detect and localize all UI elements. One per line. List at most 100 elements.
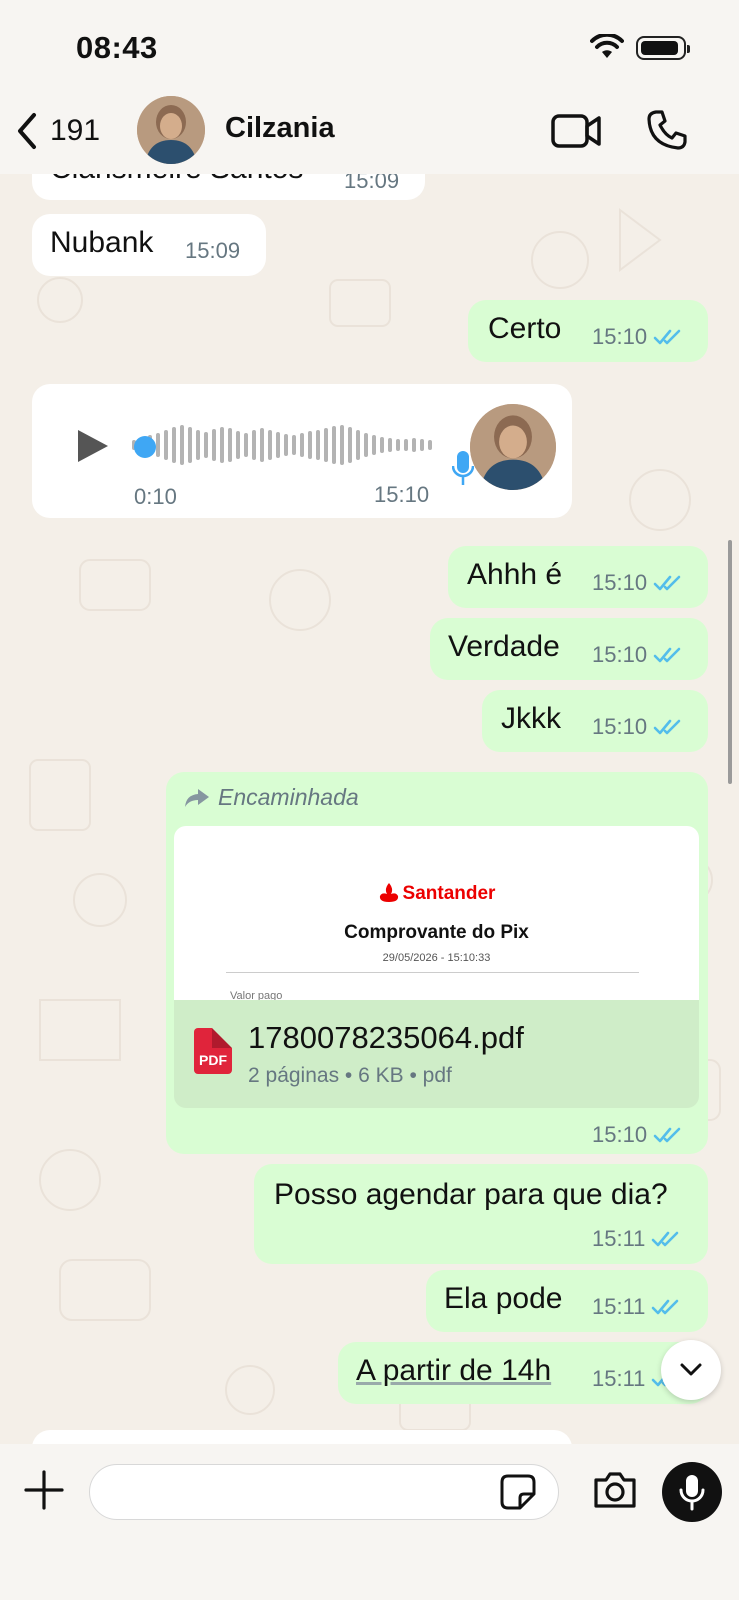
message-time: 15:09 [344, 174, 400, 193]
voice-progress-handle[interactable] [134, 436, 156, 458]
message-text: Verdade [448, 630, 560, 663]
pdf-icon: PDF [194, 1028, 232, 1074]
message-outgoing[interactable]: Verdade 15:10 [430, 618, 708, 680]
message-time: 15:10 [374, 482, 430, 507]
waveform-bar [164, 430, 168, 460]
message-outgoing[interactable]: Posso agendar para que dia? 15:11 [254, 1164, 708, 1264]
message-time: 15:11 [592, 1226, 646, 1251]
record-voice-button[interactable] [662, 1462, 722, 1522]
waveform-bar [332, 426, 336, 464]
waveform-bar [380, 437, 384, 453]
message-meta: 15:09 [344, 174, 399, 194]
waveform-bar [260, 428, 264, 462]
back-button[interactable]: 191 [14, 111, 100, 151]
phone-icon[interactable] [646, 109, 688, 151]
message-input[interactable] [110, 1465, 494, 1519]
message-outgoing[interactable]: Certo 15:10 [468, 300, 708, 362]
message-text: Clarismeire Santos [50, 174, 303, 186]
waveform-bar [284, 434, 288, 456]
message-incoming-partial[interactable] [32, 1430, 572, 1444]
message-meta: 15:10 [592, 570, 685, 596]
message-meta: 15:10 [592, 642, 685, 668]
document-message[interactable]: Encaminhada Santander Comprovante do Pix… [166, 772, 708, 1154]
santander-flame-icon [379, 883, 398, 902]
video-call-icon[interactable] [551, 112, 603, 150]
message-time: 15:11 [592, 1366, 646, 1391]
waveform-bar [348, 427, 352, 463]
message-outgoing[interactable]: Jkkk 15:10 [482, 690, 708, 752]
composer-bar [0, 1444, 739, 1600]
message-meta: 15:11 [592, 1226, 683, 1252]
message-time: 15:10 [592, 570, 648, 595]
chat-screen: 08:43 191 Cilzania 15:09 Nubank 15:09 Ce… [0, 0, 739, 1600]
message-input-field[interactable] [89, 1464, 559, 1520]
camera-icon[interactable] [592, 1470, 638, 1510]
message-text: Nubank [50, 226, 154, 259]
plus-icon[interactable] [24, 1470, 64, 1510]
read-ticks-icon [652, 1299, 679, 1315]
avatar-photo [470, 404, 556, 490]
wifi-icon [590, 34, 624, 58]
chevron-down-icon [680, 1363, 702, 1376]
message-text: Ela pode [444, 1282, 563, 1315]
message-incoming[interactable]: Clarismeire Santos 15:09 [32, 174, 425, 200]
waveform-bar [292, 435, 296, 455]
status-bar: 08:43 [0, 0, 739, 96]
message-meta: 15:10 [592, 1122, 685, 1148]
play-icon[interactable] [76, 428, 110, 464]
unread-count: 191 [50, 114, 101, 147]
forwarded-text: Encaminhada [218, 784, 359, 810]
read-ticks-icon [653, 647, 681, 663]
file-meta: 2 páginas • 6 KB • pdf [248, 1064, 452, 1087]
contact-name[interactable]: Cilzania [225, 112, 335, 145]
waveform-bar [372, 435, 376, 455]
sticker-icon[interactable] [500, 1474, 536, 1510]
scroll-to-bottom-button[interactable] [661, 1340, 721, 1400]
waveform-bar [212, 429, 216, 461]
waveform-bar [172, 427, 176, 463]
status-time: 08:43 [76, 30, 158, 65]
read-ticks-icon [652, 1231, 679, 1247]
waveform-bar [156, 433, 160, 457]
voice-waveform[interactable] [132, 424, 432, 466]
read-ticks-icon [653, 575, 681, 591]
preview-title: Comprovante do Pix [344, 922, 529, 943]
message-outgoing[interactable]: A partir de 14h 15:11 [338, 1342, 708, 1404]
message-outgoing[interactable]: Ela pode 15:11 [426, 1270, 708, 1332]
santander-logo: Santander [174, 882, 699, 905]
message-meta: 15:11 [592, 1294, 683, 1320]
waveform-bar [420, 439, 424, 451]
waveform-bar [220, 427, 224, 463]
waveform-bar [388, 438, 392, 452]
waveform-bar [316, 430, 320, 460]
scrollbar[interactable] [728, 540, 732, 784]
message-meta: 15:10 [592, 714, 685, 740]
message-time: 15:11 [592, 1294, 646, 1319]
forward-icon [185, 788, 209, 807]
waveform-bar [268, 430, 272, 460]
waveform-bar [356, 430, 360, 460]
message-list[interactable]: Clarismeire Santos 15:09 Nubank 15:09 Ce… [0, 174, 739, 1444]
waveform-bar [188, 427, 192, 463]
contact-avatar[interactable] [137, 96, 205, 164]
message-time: 15:10 [592, 324, 648, 349]
waveform-bar [300, 433, 304, 457]
message-text-link[interactable]: A partir de 14h [356, 1354, 551, 1388]
waveform-bar [324, 428, 328, 462]
document-file-row[interactable]: PDF 1780078235064.pdf 2 páginas • 6 KB •… [174, 1000, 699, 1108]
document-preview[interactable]: Santander Comprovante do Pix 29/05/2026 … [174, 826, 699, 1000]
message-outgoing[interactable]: Ahhh é 15:10 [448, 546, 708, 608]
message-meta: 15:09 [185, 238, 240, 264]
voice-message[interactable]: 0:10 15:10 [32, 384, 572, 518]
mic-icon [679, 1475, 705, 1511]
waveform-bar [340, 425, 344, 465]
brand-name: Santander [402, 883, 496, 904]
waveform-bar [244, 433, 248, 457]
waveform-bar [428, 440, 432, 450]
message-incoming[interactable]: Nubank 15:09 [32, 214, 266, 276]
file-name: 1780078235064.pdf [248, 1020, 524, 1055]
preview-divider [226, 972, 639, 973]
message-text: Jkkk [501, 702, 561, 735]
waveform-bar [252, 430, 256, 460]
avatar-photo [137, 96, 205, 164]
